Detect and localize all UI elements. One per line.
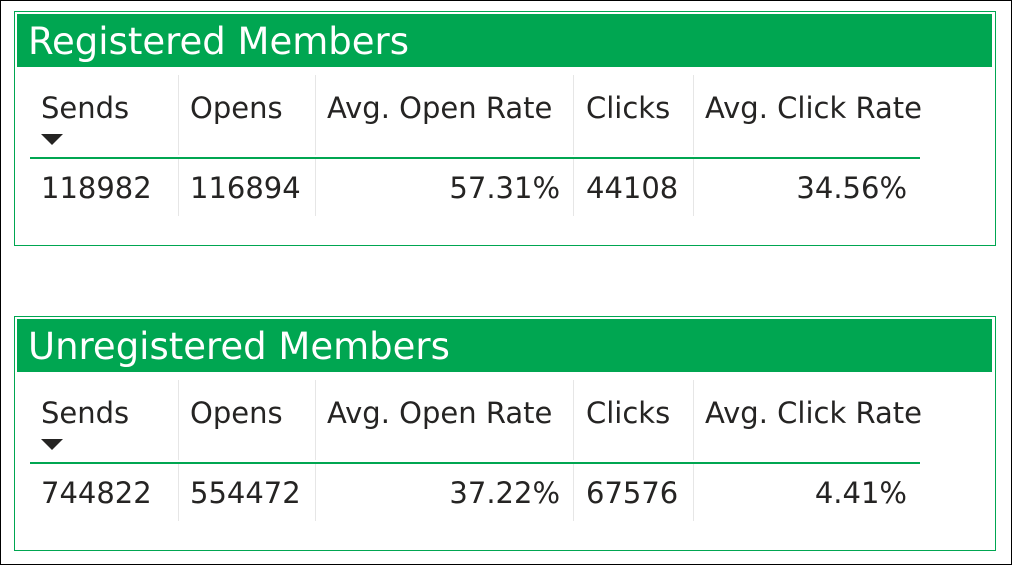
table-cell-clicks: 67576 [574,464,694,521]
unregistered-members-table-visual[interactable]: Unregistered Members Sends Opens Avg. Op… [14,316,996,551]
column-header-clicks[interactable]: Clicks [574,380,694,460]
table-cell-sends: 118982 [30,159,179,216]
column-header-opens[interactable]: Opens [179,75,316,155]
column-header-label: Clicks [586,396,671,430]
table-cell-avg-open-rate: 37.22% [316,464,574,521]
column-header-label: Sends [41,91,130,125]
column-header-label: Opens [190,91,283,125]
column-header-opens[interactable]: Opens [179,380,316,460]
column-header-label: Sends [41,396,130,430]
column-header-avg-click-rate[interactable]: Avg. Click Rate [694,380,922,460]
registered-members-table-visual[interactable]: Registered Members Sends Opens Avg. Open… [14,11,996,246]
column-header-label: Avg. Click Rate [705,396,922,430]
sort-descending-icon[interactable] [41,439,63,450]
table-cell-opens: 554472 [179,464,316,521]
column-header-sends[interactable]: Sends [30,75,179,155]
column-header-sends[interactable]: Sends [30,380,179,460]
table-cell-opens: 116894 [179,159,316,216]
column-header-clicks[interactable]: Clicks [574,75,694,155]
table: Sends Opens Avg. Open Rate Clicks Avg. C… [30,75,922,218]
column-header-label: Avg. Click Rate [705,91,922,125]
column-header-label: Opens [190,396,283,430]
table-cell-avg-open-rate: 57.31% [316,159,574,216]
column-header-label: Avg. Open Rate [327,396,553,430]
column-header-label: Avg. Open Rate [327,91,553,125]
column-header-label: Clicks [586,91,671,125]
sort-descending-icon[interactable] [41,134,63,145]
panel-title: Registered Members [17,14,992,67]
column-header-avg-click-rate[interactable]: Avg. Click Rate [694,75,922,155]
table-cell-sends: 744822 [30,464,179,521]
table: Sends Opens Avg. Open Rate Clicks Avg. C… [30,380,922,523]
panel-title: Unregistered Members [17,319,992,372]
column-header-avg-open-rate[interactable]: Avg. Open Rate [316,75,574,155]
table-cell-avg-click-rate: 4.41% [814,476,907,510]
table-cell-clicks: 44108 [574,159,694,216]
table-cell-avg-click-rate: 34.56% [796,171,907,205]
column-header-avg-open-rate[interactable]: Avg. Open Rate [316,380,574,460]
